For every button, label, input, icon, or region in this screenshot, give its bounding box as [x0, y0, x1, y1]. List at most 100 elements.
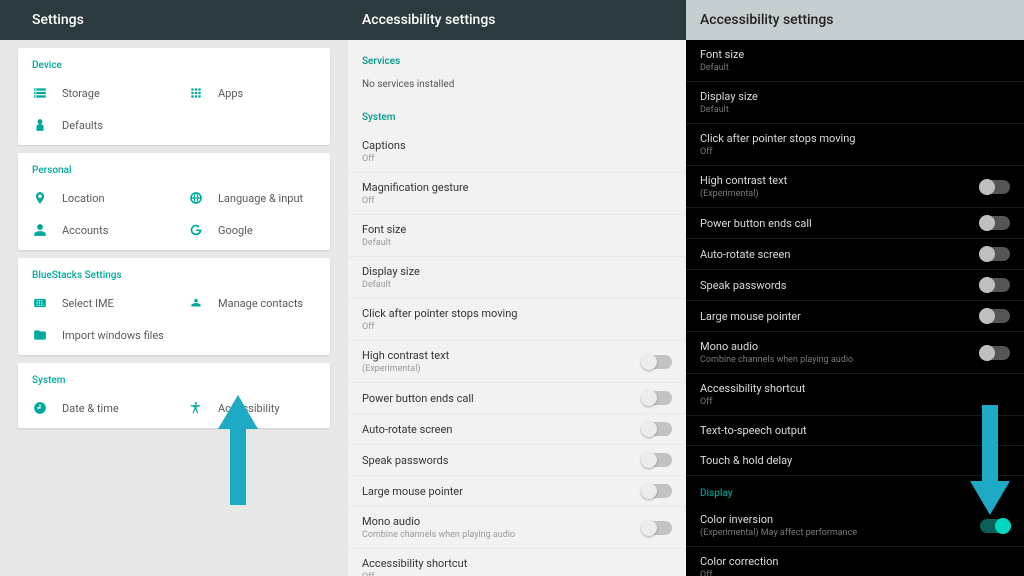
setting-row-power-end-call[interactable]: Power button ends call — [348, 383, 686, 414]
setting-row-tts[interactable]: Text-to-speech output — [686, 416, 1024, 446]
setting-row-mono-audio[interactable]: Mono audio Combine channels when playing … — [348, 507, 686, 549]
toggle-switch[interactable] — [980, 180, 1010, 194]
row-title: Click after pointer stops moving — [362, 307, 672, 320]
item-label: Google — [218, 224, 253, 237]
row-subtitle: (Experimental) — [362, 364, 642, 374]
setting-row-touch-hold[interactable]: Touch & hold delay — [686, 446, 1024, 476]
settings-item-language[interactable]: Language & input — [174, 182, 330, 214]
row-subtitle: (Experimental) May affect performance — [700, 528, 980, 538]
toggle-switch[interactable] — [642, 422, 672, 436]
row-subtitle: Default — [362, 238, 672, 248]
item-label: Accounts — [62, 224, 108, 237]
setting-row-magnification[interactable]: Magnification gestureOff — [348, 173, 686, 215]
setting-row-color-correction[interactable]: Color correctionOff — [686, 547, 1024, 576]
toggle-switch[interactable] — [980, 278, 1010, 292]
item-label: Apps — [218, 87, 243, 100]
setting-row-speak-passwords[interactable]: Speak passwords — [348, 445, 686, 476]
row-subtitle: Default — [362, 280, 672, 290]
setting-row-large-pointer[interactable]: Large mouse pointer — [348, 476, 686, 507]
row-subtitle: Off — [362, 572, 672, 576]
row-title: Auto-rotate screen — [700, 248, 980, 261]
toggle-switch[interactable] — [642, 521, 672, 535]
card-header: BlueStacks Settings — [18, 266, 330, 287]
row-title: Accessibility shortcut — [362, 557, 672, 570]
item-label: Accessibility — [218, 402, 280, 415]
accessibility-dark-pane: Accessibility settings Font sizeDefaultD… — [686, 0, 1024, 576]
settings-item-accounts[interactable]: Accounts — [18, 214, 174, 246]
toggle-switch[interactable] — [642, 453, 672, 467]
setting-row-large-pointer[interactable]: Large mouse pointer — [686, 301, 1024, 332]
setting-row-color-inversion[interactable]: Color inversion(Experimental) May affect… — [686, 505, 1024, 547]
row-title: Auto-rotate screen — [362, 423, 642, 436]
row-title: Speak passwords — [700, 279, 980, 292]
item-label: Language & input — [218, 192, 303, 205]
settings-pane: Settings DeviceStorageAppsDefaultsPerson… — [0, 0, 348, 576]
setting-row-high-contrast[interactable]: High contrast text(Experimental) — [686, 166, 1024, 208]
toggle-switch[interactable] — [642, 484, 672, 498]
settings-item-accessibility[interactable]: Accessibility — [174, 392, 330, 424]
row-title: Text-to-speech output — [700, 424, 1010, 437]
pane1-header: Settings — [0, 0, 348, 40]
setting-row-power-end-call[interactable]: Power button ends call — [686, 208, 1024, 239]
row-title: Magnification gesture — [362, 181, 672, 194]
settings-item-storage[interactable]: Storage — [18, 77, 174, 109]
setting-row-speak-passwords[interactable]: Speak passwords — [686, 270, 1024, 301]
row-subtitle: Default — [700, 105, 1010, 115]
settings-item-defaults[interactable]: Defaults — [18, 109, 330, 141]
row-title: Power button ends call — [700, 217, 980, 230]
toggle-switch[interactable] — [980, 346, 1010, 360]
folder-icon — [32, 327, 48, 343]
setting-row-auto-rotate[interactable]: Auto-rotate screen — [686, 239, 1024, 270]
row-title: Font size — [362, 223, 672, 236]
item-label: Select IME — [62, 297, 114, 310]
toggle-switch[interactable] — [980, 216, 1010, 230]
row-title: High contrast text — [700, 174, 980, 187]
row-title: Mono audio — [700, 340, 980, 353]
settings-item-google[interactable]: Google — [174, 214, 330, 246]
setting-row-font-size[interactable]: Font size Default — [348, 215, 686, 257]
keyboard-icon — [32, 295, 48, 311]
setting-row-auto-rotate[interactable]: Auto-rotate screen — [348, 414, 686, 445]
settings-item-apps[interactable]: Apps — [174, 77, 330, 109]
toggle-switch[interactable] — [980, 247, 1010, 261]
item-label: Storage — [62, 87, 100, 100]
settings-card-personal: PersonalLocationLanguage & inputAccounts… — [18, 153, 330, 250]
setting-row-display-size[interactable]: Display sizeDefault — [348, 257, 686, 299]
settings-item-location[interactable]: Location — [18, 182, 174, 214]
row-title: Captions — [362, 139, 672, 152]
toggle-switch[interactable] — [980, 309, 1010, 323]
settings-card-bluestacks-settings: BlueStacks Settings Select IME Manage cont… — [18, 258, 330, 355]
setting-row-display-size[interactable]: Display size Default — [686, 82, 1024, 124]
no-services-text: No services installed — [348, 75, 686, 102]
settings-item-date-time[interactable]: Date & time — [18, 392, 174, 424]
item-label: Import windows files — [62, 329, 164, 342]
row-title: Display size — [700, 90, 1010, 103]
toggle-switch[interactable] — [642, 391, 672, 405]
setting-row-click-pointer[interactable]: Click after pointer stops moving Off — [348, 299, 686, 341]
setting-row-click-pointer[interactable]: Click after pointer stops movingOff — [686, 124, 1024, 166]
row-subtitle: Off — [700, 397, 1010, 407]
row-subtitle: Default — [700, 63, 1010, 73]
row-title: Large mouse pointer — [700, 310, 980, 323]
setting-row-mono-audio[interactable]: Mono audio Combine channels when playing … — [686, 332, 1024, 374]
settings-card-device: Device Storage Apps Defaults — [18, 48, 330, 145]
row-subtitle: Off — [362, 322, 672, 332]
settings-item-import-windows[interactable]: Import windows files — [18, 319, 330, 351]
settings-item-manage-contacts[interactable]: Manage contacts — [174, 287, 330, 319]
row-title: Mono audio — [362, 515, 642, 528]
setting-row-font-size[interactable]: Font sizeDefault — [686, 40, 1024, 82]
setting-row-acc-shortcut[interactable]: Accessibility shortcut Off — [686, 374, 1024, 416]
settings-item-select-ime[interactable]: Select IME — [18, 287, 174, 319]
row-title: Accessibility shortcut — [700, 382, 1010, 395]
setting-row-high-contrast[interactable]: High contrast text(Experimental) — [348, 341, 686, 383]
card-header: Device — [18, 56, 330, 77]
toggle-switch[interactable] — [642, 355, 672, 369]
row-subtitle: Combine channels when playing audio — [700, 355, 980, 365]
setting-row-acc-shortcut[interactable]: Accessibility shortcut Off — [348, 549, 686, 576]
row-subtitle: Combine channels when playing audio — [362, 530, 642, 540]
toggle-switch[interactable] — [980, 519, 1010, 533]
pin-icon — [32, 190, 48, 206]
row-title: Large mouse pointer — [362, 485, 642, 498]
row-subtitle: Off — [700, 570, 1010, 576]
setting-row-captions[interactable]: CaptionsOff — [348, 131, 686, 173]
